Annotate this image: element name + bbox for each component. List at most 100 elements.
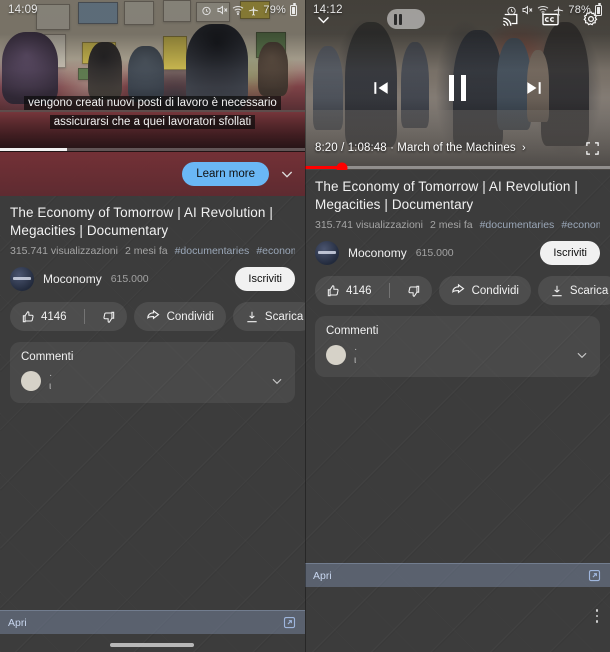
thumbs-down-icon — [102, 310, 116, 324]
like-button[interactable]: 4146 — [315, 276, 383, 305]
channel-avatar[interactable] — [10, 267, 34, 291]
alarm-icon — [506, 5, 517, 16]
right-channel-name[interactable]: Moconomy — [348, 246, 407, 260]
left-comments-section[interactable]: Commenti · ι — [10, 342, 295, 403]
pause-icon[interactable] — [449, 75, 466, 101]
comment-preview-top: · — [354, 344, 358, 355]
previous-icon[interactable] — [371, 78, 391, 98]
comment-preview-row[interactable]: · ι — [21, 370, 284, 392]
share-button[interactable]: Condividi — [438, 276, 531, 305]
next-icon[interactable] — [524, 78, 544, 98]
pane-divider — [305, 0, 306, 652]
current-time: 8:20 — [315, 142, 338, 154]
left-tag-0[interactable]: #documentaries — [175, 245, 250, 257]
channel-avatar[interactable] — [315, 241, 339, 265]
mute-icon — [521, 4, 533, 16]
left-status-clock: 14:09 — [8, 4, 38, 16]
right-battery-percent: 78% — [568, 4, 591, 16]
right-video-player[interactable]: 8:20 / 1:08:48 · March of the Machines › — [305, 0, 610, 170]
share-button[interactable]: Condividi — [133, 302, 226, 331]
left-action-bar: 4146 Condividi Scarica — [0, 302, 305, 331]
like-dislike-group: 4146 — [315, 276, 432, 305]
left-home-indicator — [110, 643, 194, 647]
subscribe-button[interactable]: Iscriviti — [540, 241, 600, 265]
left-tag-1[interactable]: #economy — [256, 245, 295, 257]
download-icon — [245, 310, 259, 324]
chevron-down-icon[interactable] — [270, 374, 284, 388]
right-app-pane: 8:20 / 1:08:48 · March of the Machines ›… — [305, 0, 610, 652]
thumbs-up-icon — [326, 284, 340, 298]
like-dislike-group: 4146 — [10, 302, 127, 331]
right-apri-bar[interactable]: Apri — [305, 563, 610, 587]
left-caption-text: vengono creati nuovi posti di lavoro è n… — [24, 96, 281, 129]
battery-icon — [595, 2, 602, 16]
like-count: 4146 — [41, 310, 67, 323]
fullscreen-icon[interactable] — [585, 141, 600, 156]
right-progress-bar[interactable] — [305, 162, 610, 170]
left-channel-row[interactable]: Moconomy 615.000 Iscriviti — [10, 267, 295, 291]
left-channel-name[interactable]: Moconomy — [43, 272, 102, 286]
comment-preview-row[interactable]: · ι — [326, 344, 589, 366]
mute-icon — [216, 4, 228, 16]
download-button[interactable]: Scarica — [232, 302, 305, 331]
left-video-title[interactable]: The Economy of Tomorrow | AI Revolution … — [10, 204, 295, 240]
download-icon — [550, 284, 564, 298]
left-ad-progress-fill — [0, 148, 68, 151]
comment-preview-bottom: ι — [354, 355, 357, 366]
thumbs-up-icon — [21, 310, 35, 324]
like-button[interactable]: 4146 — [10, 302, 78, 331]
comment-avatar — [21, 371, 41, 391]
right-apri-label: Apri — [313, 569, 332, 582]
left-channel-subs: 615.000 — [110, 273, 149, 285]
time-separator: / — [341, 142, 348, 154]
right-views: 315.741 visualizzazioni — [315, 219, 423, 231]
right-time-chapter[interactable]: 8:20 / 1:08:48 · March of the Machines › — [315, 142, 526, 154]
chevron-right-icon[interactable]: › — [522, 142, 526, 154]
right-tag-1[interactable]: #economy — [561, 219, 600, 231]
share-icon — [146, 309, 161, 324]
left-apri-bar[interactable]: Apri — [0, 610, 305, 634]
right-comments-section[interactable]: Commenti · ι — [315, 316, 600, 377]
left-age: 2 mesi fa — [124, 245, 168, 257]
right-video-details: The Economy of Tomorrow | AI Revolution … — [305, 170, 610, 265]
download-label: Scarica — [264, 310, 304, 323]
open-external-icon[interactable] — [587, 568, 602, 583]
download-button[interactable]: Scarica — [537, 276, 610, 305]
progress-knob[interactable] — [336, 162, 348, 170]
alarm-icon — [201, 5, 212, 16]
share-icon — [451, 283, 466, 298]
subscribe-button[interactable]: Iscriviti — [235, 267, 295, 291]
total-time: 1:08:48 — [347, 142, 387, 154]
right-video-meta[interactable]: 315.741 visualizzazioni 2 mesi fa #docum… — [315, 219, 600, 231]
left-video-meta[interactable]: 315.741 visualizzazioni 2 mesi fa #docum… — [10, 245, 295, 257]
open-external-icon[interactable] — [282, 615, 297, 630]
right-channel-subs: 615.000 — [415, 247, 454, 259]
like-count: 4146 — [346, 284, 372, 297]
left-ad-banner: Learn more — [0, 152, 305, 196]
right-channel-row[interactable]: Moconomy 615.000 Iscriviti — [315, 241, 600, 265]
right-tag-0[interactable]: #documentaries — [480, 219, 555, 231]
comment-preview-top: · — [49, 370, 53, 381]
dislike-button[interactable] — [396, 276, 432, 305]
learn-more-button[interactable]: Learn more — [182, 162, 269, 186]
wifi-icon — [537, 4, 549, 16]
comments-title: Commenti — [21, 351, 74, 363]
dislike-button[interactable] — [91, 302, 127, 331]
left-caption-overlay: vengono creati nuovi posti di lavoro è n… — [0, 93, 305, 131]
left-video-details: The Economy of Tomorrow | AI Revolution … — [0, 196, 305, 291]
left-battery-percent: 79% — [263, 4, 286, 16]
download-label: Scarica — [569, 284, 609, 297]
chevron-down-icon[interactable] — [575, 348, 589, 362]
right-player-center-controls — [305, 68, 610, 108]
chapter-name[interactable]: March of the Machines — [397, 142, 515, 154]
comments-title: Commenti — [326, 325, 379, 337]
right-status-clock: 14:12 — [313, 4, 343, 16]
left-views: 315.741 visualizzazioni — [10, 245, 118, 257]
kebab-menu-icon[interactable] — [589, 603, 605, 629]
right-video-title[interactable]: The Economy of Tomorrow | AI Revolution … — [315, 178, 600, 214]
left-video-player[interactable]: vengono creati nuovi posti di lavoro è n… — [0, 0, 305, 152]
split-screen-root: vengono creati nuovi posti di lavoro è n… — [0, 0, 610, 652]
left-status-bar: 14:09 79% — [0, 0, 305, 20]
chevron-down-icon[interactable] — [279, 166, 295, 182]
share-label: Condividi — [471, 284, 519, 297]
